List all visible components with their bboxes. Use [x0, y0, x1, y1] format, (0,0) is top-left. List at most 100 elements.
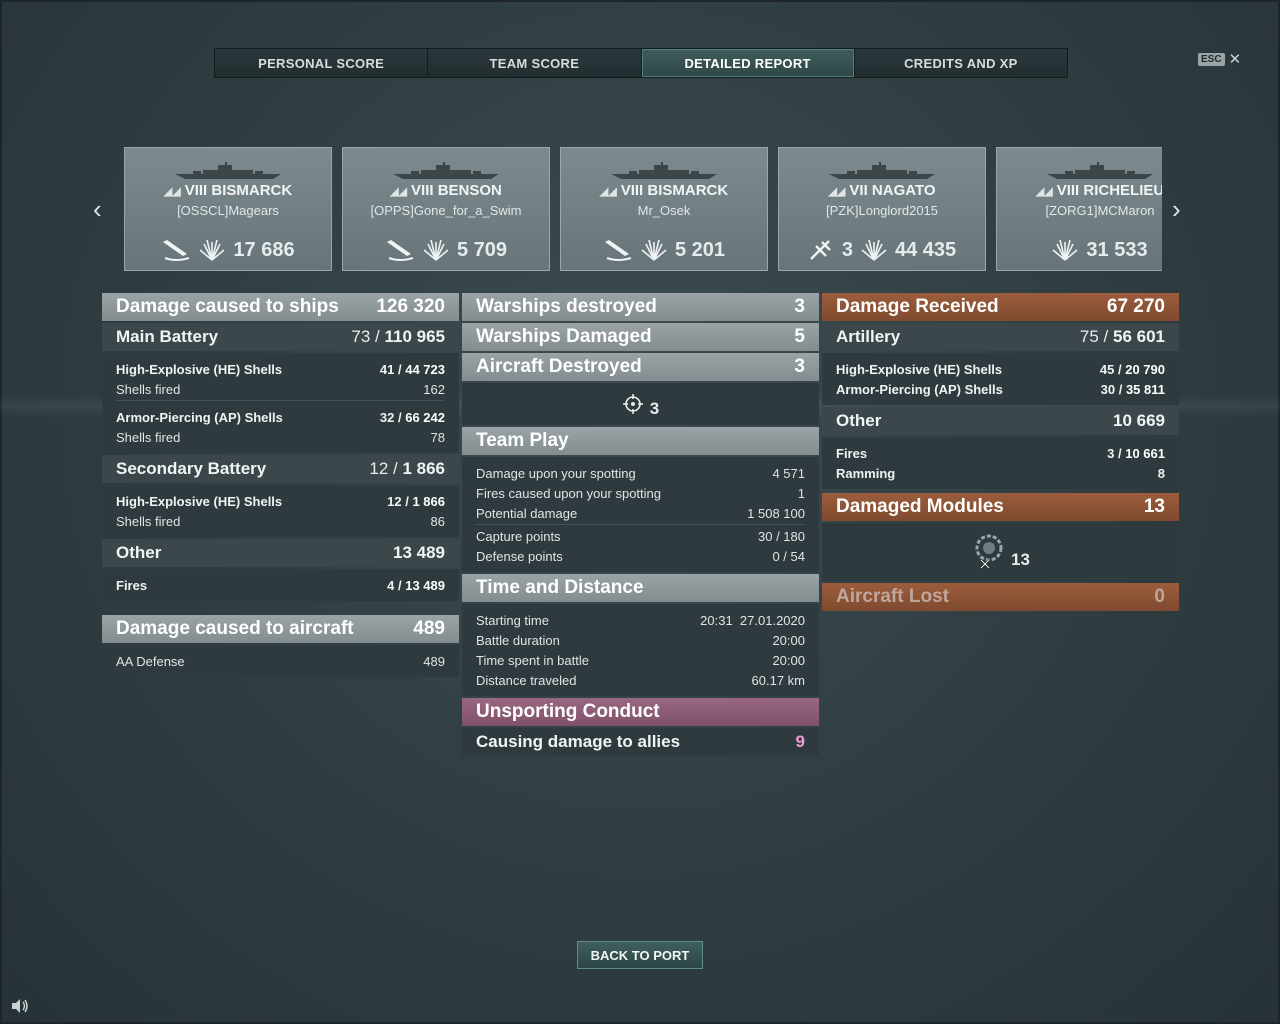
- warships-destroyed-row: Warships destroyed 3: [462, 293, 819, 321]
- aircraft-lost-value: 0: [1154, 586, 1165, 607]
- received-ap-label: Armor-Piercing (AP) Shells: [836, 381, 1003, 397]
- tab-personal-score[interactable]: PERSONAL SCORE: [215, 49, 429, 77]
- sec-he-label: High-Explosive (HE) Shells: [116, 493, 283, 509]
- ship-player: Mr_Osek: [637, 203, 691, 218]
- damage-aircraft-value: 489: [413, 618, 445, 639]
- he-fired-label: Shells fired: [116, 381, 181, 397]
- ship-damage: 17 686: [233, 238, 295, 261]
- received-fires-damage: 10 661: [1125, 445, 1165, 461]
- ship-stats: 17 686: [125, 238, 331, 262]
- ship-player: [OPPS]Gone_for_a_Swim: [370, 203, 522, 218]
- capture-points-value: 30 / 180: [758, 528, 805, 544]
- received-ap-damage: 35 811: [1125, 381, 1165, 397]
- fire-damage-icon: [199, 238, 225, 262]
- other-row: Other 13 489: [102, 539, 459, 567]
- artillery-label: Artillery: [836, 327, 901, 346]
- fires-label: Fires: [116, 577, 148, 593]
- ship-class-icon: ◢◢: [1035, 186, 1053, 198]
- other-value: 13 489: [393, 543, 445, 562]
- time-distance-label: Time and Distance: [476, 577, 644, 598]
- main-battery-row: Main Battery 73 / 110 965: [102, 323, 459, 351]
- secondary-damage: 1 866: [402, 459, 445, 478]
- sound-icon[interactable]: [10, 998, 30, 1019]
- ship-tier: VIII: [1056, 182, 1080, 199]
- ramming-row: Ramming 8: [836, 463, 1165, 483]
- ramming-value: 8: [1157, 465, 1165, 481]
- ship-card[interactable]: ◢◢ VIII RICHELIEU [ZORG1]MCMaron 31 533: [996, 147, 1162, 271]
- ship-title: ◢◢ VIII BENSON: [343, 182, 549, 199]
- defense-points-value: 0 / 54: [772, 548, 805, 564]
- carousel-prev-arrow-icon[interactable]: ‹: [93, 196, 102, 222]
- secondary-details: High-Explosive (HE) Shells 12 / 1 866 Sh…: [102, 485, 459, 537]
- torpedo-hit-icon: [385, 238, 415, 262]
- ship-tier: VIII: [411, 182, 434, 199]
- main-battery-label: Main Battery: [116, 327, 219, 346]
- planes-shot-count: 3: [841, 238, 853, 261]
- damage-ships-value: 126 320: [376, 296, 445, 317]
- received-other-row: Other 10 669: [822, 407, 1179, 435]
- team-play-header: Team Play: [462, 427, 819, 455]
- time-in-battle-label: Time spent in battle: [476, 652, 589, 668]
- capture-points-label: Capture points: [476, 528, 561, 544]
- close-button[interactable]: ESC ✕: [1198, 52, 1241, 67]
- warships-damaged-label: Warships Damaged: [476, 326, 652, 347]
- ship-damage: 31 533: [1086, 238, 1148, 261]
- ship-class-icon: ◢◢: [828, 186, 846, 198]
- tab-team-score[interactable]: TEAM SCORE: [428, 49, 642, 77]
- damaged-modules-header: Damaged Modules 13: [822, 493, 1179, 521]
- damaged-module-icon: [975, 534, 1003, 569]
- artillery-row: Artillery 75 / 56 601: [822, 323, 1179, 351]
- damage-received-column: Damage Received 67 270 Artillery 75 / 56…: [822, 293, 1179, 613]
- aircraft-destroyed-value: 3: [794, 356, 805, 377]
- sec-he-row: High-Explosive (HE) Shells 12 / 1 866: [116, 493, 445, 509]
- damage-aircraft-header: Damage caused to aircraft 489: [102, 615, 459, 643]
- ship-player: [OSSCL]Magears: [177, 203, 279, 218]
- damaged-modules-summary: 13: [822, 523, 1179, 581]
- allies-damage-value: 9: [795, 732, 805, 751]
- tab-bar: PERSONAL SCORE TEAM SCORE DETAILED REPOR…: [214, 48, 1068, 78]
- tab-credits-and-xp[interactable]: CREDITS AND XP: [854, 49, 1067, 77]
- back-to-port-button[interactable]: BACK TO PORT: [577, 941, 703, 969]
- ap-fired-row: Shells fired 78: [116, 427, 445, 447]
- main-battery-hits: 73: [351, 327, 371, 346]
- torpedo-hit-icon: [161, 238, 191, 262]
- ship-card[interactable]: ◢◢ VIII BENSON [OPPS]Gone_for_a_Swim 5 709: [342, 147, 550, 271]
- potential-damage-row: Potential damage 1 508 100: [476, 503, 805, 523]
- fires-damage: 13 489: [405, 577, 445, 593]
- potential-damage-value: 1 508 100: [747, 505, 805, 521]
- ship-card[interactable]: ◢◢ VIII BISMARCK [OSSCL]Magears 17 686: [124, 147, 332, 271]
- damage-received-label: Damage Received: [836, 296, 999, 317]
- ap-damage: 66 242: [405, 409, 445, 425]
- received-he-hits: 45: [1099, 361, 1115, 377]
- damage-received-value: 67 270: [1106, 296, 1165, 317]
- ap-shells-row: Armor-Piercing (AP) Shells 32 / 66 242: [116, 409, 445, 425]
- distance-row: Distance traveled 60.17 km: [476, 670, 805, 690]
- damage-ships-label: Damage caused to ships: [116, 296, 339, 317]
- damage-aircraft-label: Damage caused to aircraft: [116, 618, 354, 639]
- ship-card[interactable]: ◢◢ VIII BISMARCK Mr_Osek 5 201: [560, 147, 768, 271]
- ship-stats: 3 44 435: [779, 238, 985, 262]
- he-fired-row: Shells fired 162: [116, 379, 445, 399]
- damaged-modules-value: 13: [1143, 496, 1165, 517]
- received-ap-hits: 30: [1100, 381, 1116, 397]
- ap-fired-label: Shells fired: [116, 429, 181, 445]
- capture-points-row: Capture points 30 / 180: [476, 526, 805, 546]
- ship-card[interactable]: ◢◢ VII NAGATO [PZK]Longlord2015 3 44 435: [778, 147, 986, 271]
- carousel-next-arrow-icon[interactable]: ›: [1172, 196, 1181, 222]
- ship-stats: 31 533: [997, 238, 1162, 262]
- ship-tier: VIII: [184, 182, 208, 199]
- sec-fired-row: Shells fired 86: [116, 511, 445, 531]
- ship-damage: 5 201: [674, 238, 726, 261]
- secondary-label: Secondary Battery: [116, 459, 267, 478]
- fire-damage-icon: [1052, 238, 1078, 262]
- received-other-details: Fires 3 / 10 661 Ramming 8: [822, 437, 1179, 489]
- team-play-label: Team Play: [476, 430, 569, 451]
- ap-fired-value: 78: [430, 429, 445, 445]
- received-other-value: 10 669: [1113, 411, 1165, 430]
- ap-label: Armor-Piercing (AP) Shells: [116, 409, 283, 425]
- received-other-label: Other: [836, 411, 882, 430]
- sec-fired-label: Shells fired: [116, 513, 181, 529]
- tab-detailed-report[interactable]: DETAILED REPORT: [641, 49, 855, 77]
- aircraft-lost-header: Aircraft Lost 0: [822, 583, 1179, 611]
- fires-hits: 4: [387, 577, 395, 593]
